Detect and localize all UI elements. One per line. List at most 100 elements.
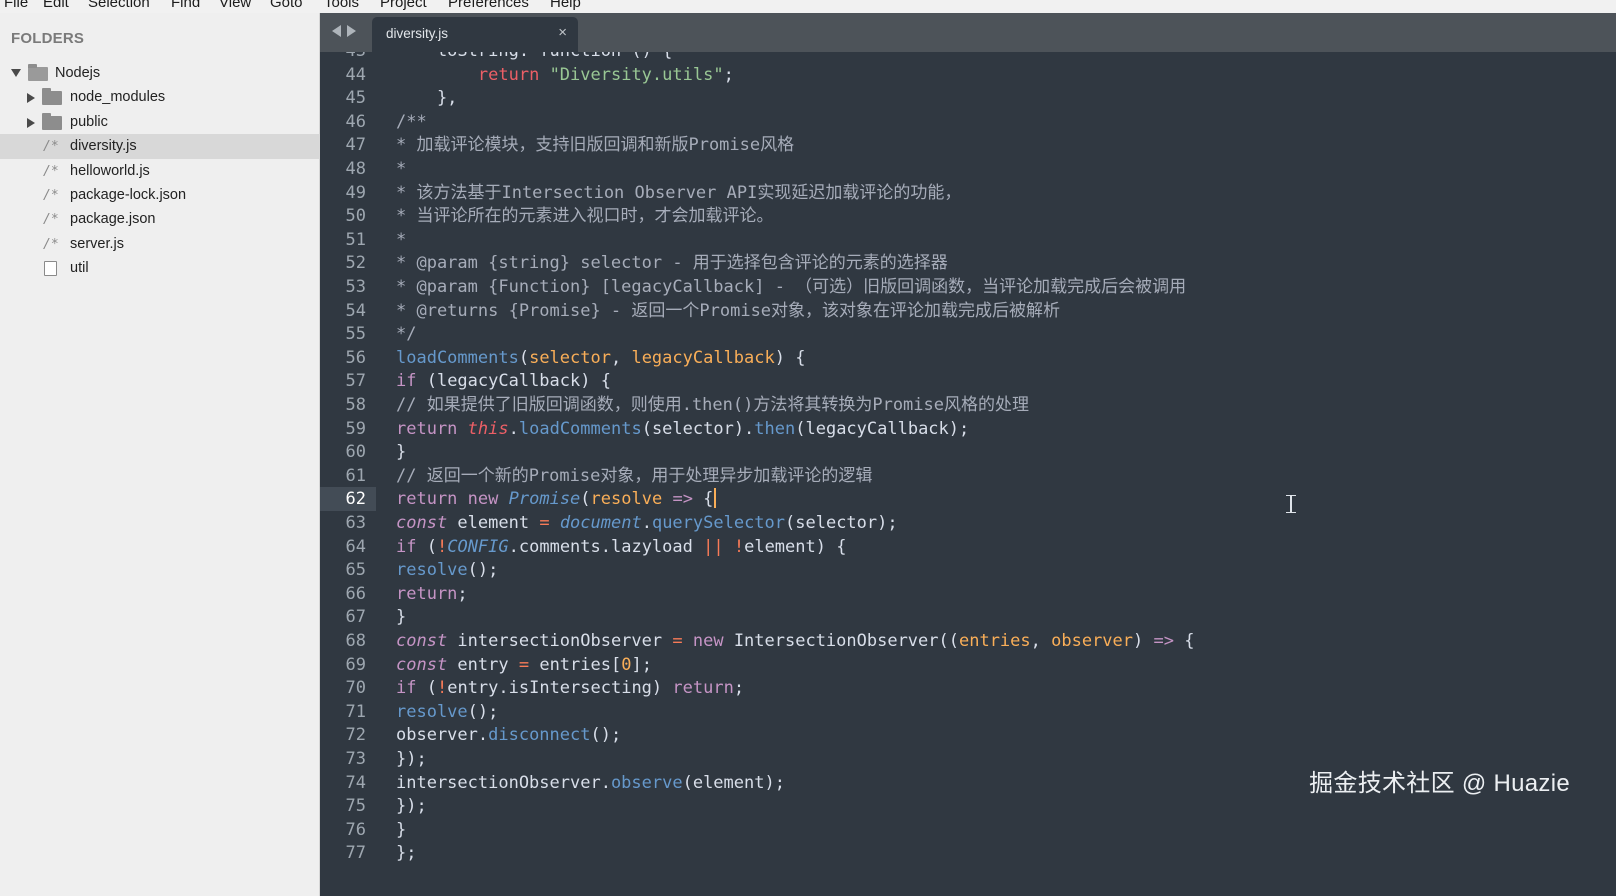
code-line[interactable]: 56 loadComments(selector, legacyCallback)… — [320, 346, 1616, 370]
code-line[interactable]: 58 // 如果提供了旧版回调函数，则使用.then()方法将其转换为Promis… — [320, 393, 1616, 417]
code-text: const element = document.querySelector(s… — [396, 511, 898, 535]
code-line[interactable]: 54 * @returns {Promise} - 返回一个Promise对象，该… — [320, 299, 1616, 323]
code-line[interactable]: 47 * 加载评论模块，支持旧版回调和新版Promise风格 — [320, 133, 1616, 157]
code-line[interactable]: 55 */ — [320, 322, 1616, 346]
menu-find[interactable]: Find — [171, 0, 200, 11]
code-line[interactable]: 46 /** — [320, 110, 1616, 134]
menu-preferences[interactable]: Preferences — [448, 0, 529, 11]
code-line[interactable]: 53 * @param {Function} [legacyCallback] -… — [320, 275, 1616, 299]
js-file-icon: /* — [43, 139, 59, 154]
code-text: * 该方法基于Intersection Observer API实现延迟加载评论… — [396, 181, 961, 205]
code-line[interactable]: 45 }, — [320, 86, 1616, 110]
menu-edit[interactable]: Edit — [43, 0, 69, 11]
chevron-right-icon[interactable] — [27, 118, 35, 128]
code-token: selector — [529, 347, 611, 368]
code-token: ( — [416, 536, 437, 557]
code-token: * @param {Function} [legacyCallback] - （… — [396, 277, 1187, 297]
sidebar-item-package-json[interactable]: /* package.json — [0, 207, 320, 232]
code-line[interactable]: 72 observer.disconnect(); — [320, 723, 1616, 747]
code-line[interactable]: 57 if (legacyCallback) { — [320, 369, 1616, 393]
menu-project[interactable]: Project — [380, 0, 427, 11]
code-line[interactable]: 76} — [320, 818, 1616, 842]
code-token: (element); — [682, 772, 785, 793]
code-line[interactable]: 60} — [320, 440, 1616, 464]
code-token: (legacyCallback); — [795, 418, 970, 439]
line-number: 50 — [345, 206, 366, 227]
code-line[interactable]: 77}; — [320, 841, 1616, 865]
sidebar-item-label: package-lock.json — [70, 187, 187, 203]
code-line[interactable]: 44 return "Diversity.utils"; — [320, 63, 1616, 87]
menu-view[interactable]: View — [219, 0, 251, 11]
code-line[interactable]: 64 if (!CONFIG.comments.lazyload || !elem… — [320, 535, 1616, 559]
line-number: 58 — [345, 395, 366, 415]
chevron-right-icon[interactable] — [27, 93, 35, 103]
code-text: const intersectionObserver = new Interse… — [396, 629, 1194, 653]
code-text: if (!CONFIG.comments.lazyload || !elemen… — [396, 535, 846, 559]
code-token: resolve — [590, 489, 663, 510]
sidebar-item-package-lock-json[interactable]: /* package-lock.json — [0, 183, 320, 208]
next-tab-icon[interactable] — [347, 25, 356, 37]
code-text: * @param {string} selector - 用于选择包含评论的元素… — [396, 251, 948, 275]
code-token: return — [396, 418, 458, 439]
code-text: }, — [396, 86, 457, 110]
menu-help[interactable]: Help — [550, 0, 581, 11]
chevron-down-icon[interactable] — [11, 69, 21, 77]
code-token: return — [672, 678, 734, 699]
code-line[interactable]: 69 const entry = entries[0]; — [320, 653, 1616, 677]
code-line[interactable]: 49 * 该方法基于Intersection Observer API实现延迟加载… — [320, 181, 1616, 205]
code-token: * @returns {Promise} - 返回一个Promise对象，该对象… — [396, 300, 1061, 321]
code-token: ! — [436, 678, 448, 699]
code-line[interactable]: 52 * @param {string} selector - 用于选择包含评论的… — [320, 251, 1616, 275]
code-line[interactable]: 59 return this.loadComments(selector).the… — [320, 417, 1616, 441]
code-token: ]; — [631, 654, 652, 675]
js-file-icon: /* — [43, 237, 59, 252]
code-line[interactable]: 70 if (!entry.isIntersecting) return; — [320, 676, 1616, 700]
folder-open-icon — [28, 64, 48, 81]
tab-close-icon[interactable]: × — [558, 24, 567, 41]
previous-tab-icon[interactable] — [332, 25, 341, 37]
code-line[interactable]: 62 return new Promise(resolve => { — [320, 487, 1616, 511]
code-token: * 该方法基于Intersection Observer API实现延迟加载评论… — [396, 182, 962, 203]
code-text: const entry = entries[0]; — [396, 653, 652, 677]
sidebar-item-helloworld-js[interactable]: /* helloworld.js — [0, 159, 320, 184]
code-line[interactable]: 66 return; — [320, 582, 1616, 606]
code-token: (); — [467, 701, 499, 722]
code-line[interactable]: 67} — [320, 605, 1616, 629]
sidebar-item-public[interactable]: public — [0, 110, 320, 135]
code-line[interactable]: 43 toString: function () { — [320, 52, 1616, 63]
code-line[interactable]: 50 * 当评论所在的元素进入视口时，才会加载评论。 — [320, 204, 1616, 228]
sidebar-item-nodejs[interactable]: Nodejs — [0, 61, 320, 86]
menu-selection[interactable]: Selection — [88, 0, 150, 11]
code-line[interactable]: 71 resolve(); — [320, 700, 1616, 724]
sidebar-item-node-modules[interactable]: node_modules — [0, 85, 320, 110]
menu-goto[interactable]: Goto — [270, 0, 303, 11]
code-line[interactable]: 51 * — [320, 228, 1616, 252]
code-token: entry — [447, 654, 519, 675]
line-number: 56 — [345, 347, 366, 368]
code-token: ; — [723, 64, 734, 85]
code-token: resolve — [396, 560, 468, 581]
code-line[interactable]: 48 * — [320, 157, 1616, 181]
sidebar-item-diversity-js[interactable]: /* diversity.js — [0, 134, 320, 159]
code-line[interactable]: 61 // 返回一个新的Promise对象，用于处理异步加载评论的逻辑 — [320, 464, 1616, 488]
menu-bar: File Edit Selection Find View Goto Tools Projec… — [0, 0, 1616, 13]
line-number: 52 — [345, 253, 366, 274]
line-number: 55 — [345, 324, 366, 345]
code-token: then — [754, 418, 796, 439]
code-line[interactable]: 63 const element = document.querySelector… — [320, 511, 1616, 535]
code-line[interactable]: 65 resolve(); — [320, 558, 1616, 582]
tab-title: diversity.js — [386, 26, 449, 41]
sidebar-item-server-js[interactable]: /* server.js — [0, 232, 320, 257]
code-line[interactable]: 68 const intersectionObserver = new Inter… — [320, 629, 1616, 653]
sidebar-item-label: Nodejs — [55, 65, 101, 81]
code-token: entry.isIntersecting) — [447, 678, 673, 699]
menu-tools[interactable]: Tools — [324, 0, 359, 11]
menu-file[interactable]: File — [4, 0, 28, 11]
code-token: ( — [580, 489, 591, 510]
tab-diversity-js[interactable]: diversity.js × — [372, 17, 578, 52]
sidebar-item-util[interactable]: util — [0, 256, 320, 281]
code-token: const — [396, 654, 448, 675]
code-text: if (legacyCallback) { — [396, 369, 611, 393]
tab-nav-arrows — [330, 25, 360, 39]
